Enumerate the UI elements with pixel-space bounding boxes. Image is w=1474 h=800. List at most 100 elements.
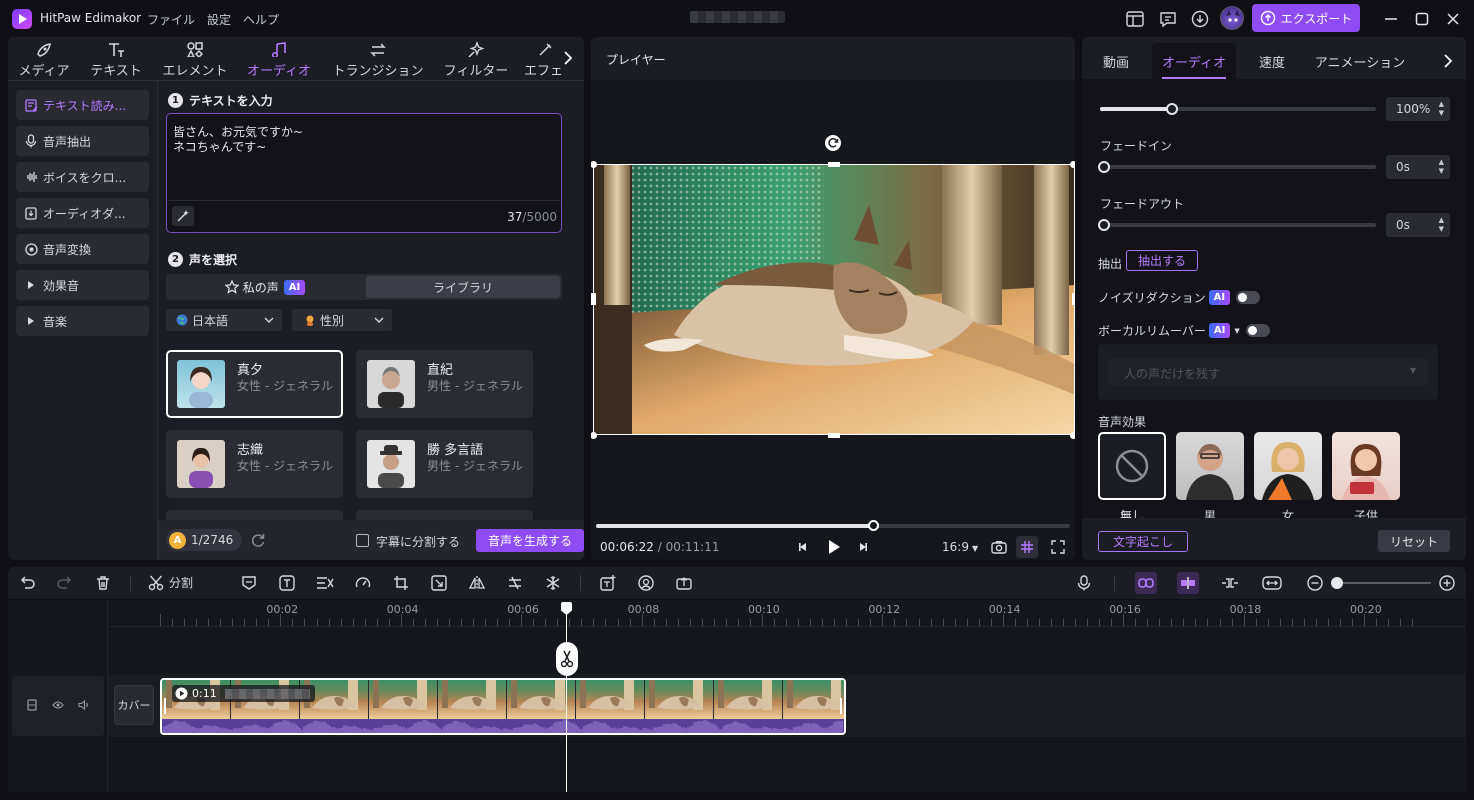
vocal-mode-select[interactable]: 人の声だけを残す ▼ [1108,358,1428,386]
undo-icon[interactable] [16,572,38,594]
tab-my-voice[interactable]: 私の声 AI [166,274,364,300]
video-preview[interactable] [593,164,1075,435]
generate-voice-button[interactable]: 音声を生成する [476,529,584,552]
split-view-icon[interactable] [1219,572,1241,594]
snapshot-camera-icon[interactable] [989,537,1009,557]
clip-trim-handle-left[interactable] [164,698,166,714]
resize-handle[interactable] [1070,432,1075,439]
zoom-slider[interactable] [1331,577,1431,589]
freeze-icon[interactable] [542,572,564,594]
track-volume-icon[interactable] [76,697,92,713]
voice-card-mayu[interactable]: 真夕 女性 - ジェネラル [166,350,343,418]
fade-in-knob[interactable] [1098,161,1110,173]
fullscreen-icon[interactable] [1048,537,1068,557]
tab-audio-props[interactable]: オーディオ [1152,43,1236,79]
add-text-icon[interactable] [597,572,619,594]
tabs-next-icon[interactable] [1438,49,1458,73]
tab-library[interactable]: ライブラリ [366,276,560,298]
fx-child[interactable] [1332,432,1400,500]
tab-transition[interactable]: トランジション [330,41,426,79]
sidebar-item-tts[interactable]: テキスト読み... [16,90,149,120]
download-icon[interactable] [1189,8,1211,30]
delete-icon[interactable] [92,572,114,594]
sidebar-item-audio-download[interactable]: オーディオダ... [16,198,149,228]
feedback-icon[interactable] [1157,8,1179,30]
track-filmstrip-icon[interactable] [24,697,40,713]
vocal-remover-toggle[interactable] [1245,324,1270,337]
volume-input[interactable]: 100% ▲ ▼ [1386,97,1450,121]
tab-element[interactable]: エレメント [158,41,232,79]
tab-media[interactable]: メディア [12,41,76,79]
sidebar-item-voice-clone[interactable]: ボイスをクロ... [16,162,149,192]
resize-handle[interactable] [591,432,597,439]
stepper-icon[interactable]: ▲ ▼ [1439,216,1444,234]
export-button[interactable]: エクスポート [1252,4,1360,32]
sidebar-item-music[interactable]: 音楽 [16,306,149,336]
menu-settings[interactable]: 設定 [207,11,231,28]
resize-icon[interactable] [428,572,450,594]
tabs-next-icon[interactable] [558,45,578,71]
speed-icon[interactable] [352,572,374,594]
zoom-in-icon[interactable] [1436,572,1458,594]
resize-handle[interactable] [828,162,840,167]
magnet-snap-icon[interactable] [1177,572,1199,594]
tab-animation[interactable]: アニメーション [1310,43,1410,79]
gender-dropdown[interactable]: 性別 [292,309,392,331]
transcribe-button[interactable]: 文字起こし [1098,531,1188,552]
audio-split-icon[interactable] [504,572,526,594]
ai-magic-wand-icon[interactable] [172,206,194,226]
layout-icon[interactable] [1124,8,1146,30]
menu-help[interactable]: ヘルプ [243,11,279,28]
volume-slider[interactable] [1100,103,1376,115]
export-clip-icon[interactable] [673,572,695,594]
volume-knob[interactable] [1165,103,1178,115]
vocal-mode-dropdown[interactable]: 人の声だけを残す ▼ [1098,344,1438,400]
zoom-knob[interactable] [1331,577,1343,589]
resize-handle[interactable] [1070,161,1075,168]
tts-text-input[interactable]: 皆さん、お元気ですか~ ネコちゃんです~ 37/5000 [166,113,562,233]
playback-scrubber[interactable] [596,520,1070,531]
fade-in-input[interactable]: 0s ▲ ▼ [1386,155,1450,179]
auto-subtitle-icon[interactable] [314,572,336,594]
sidebar-item-extract-audio[interactable]: 音声抽出 [16,126,149,156]
sidebar-item-voice-changer[interactable]: 音声変換 [16,234,149,264]
avatar[interactable] [1220,6,1244,30]
fade-in-slider[interactable] [1098,161,1376,173]
record-voice-icon[interactable] [1073,572,1095,594]
grid-icon[interactable] [1016,536,1038,558]
text-tool-icon[interactable] [276,572,298,594]
tab-speed[interactable]: 速度 [1244,43,1300,79]
playback-knob[interactable] [868,520,880,531]
fx-male[interactable] [1176,432,1244,500]
voice-card-masaru[interactable]: 勝 多言語 男性 - ジェネラル [356,430,533,498]
redo-icon[interactable] [54,572,76,594]
flip-icon[interactable] [466,572,488,594]
fx-none[interactable] [1098,432,1166,500]
reset-button[interactable]: リセット [1378,530,1450,552]
clip-trim-handle-right[interactable] [840,698,842,714]
aspect-ratio-dropdown[interactable]: 16:9 ▼ [942,540,978,554]
split-subtitle-checkbox[interactable] [356,534,369,547]
stepper-icon[interactable]: ▲ ▼ [1439,158,1444,176]
fx-female[interactable] [1254,432,1322,500]
split-tool[interactable]: 分割 [148,574,193,591]
track-visibility-eye-icon[interactable] [50,697,66,713]
stepper-icon[interactable]: ▲ ▼ [1439,100,1444,118]
voice-card-shiori[interactable]: 志織 女性 - ジェネラル [166,430,343,498]
next-frame-icon[interactable] [853,537,873,557]
crop-icon[interactable] [390,572,412,594]
cover-button[interactable]: カバー [114,685,154,725]
close-icon[interactable] [1442,8,1464,30]
video-clip[interactable]: 0:11 [160,678,846,735]
zoom-out-icon[interactable] [1304,572,1326,594]
extract-button[interactable]: 抽出する [1126,250,1198,271]
minimize-icon[interactable] [1380,8,1402,30]
resize-handle[interactable] [1072,293,1075,305]
tab-filter[interactable]: フィルター [438,41,514,79]
language-dropdown[interactable]: 日本語 [166,309,282,331]
fit-timeline-icon[interactable] [1261,572,1283,594]
tab-audio[interactable]: オーディオ [242,41,316,79]
refresh-icon[interactable] [248,530,268,550]
fade-out-input[interactable]: 0s ▲ ▼ [1386,213,1450,237]
resize-handle[interactable] [828,433,840,438]
